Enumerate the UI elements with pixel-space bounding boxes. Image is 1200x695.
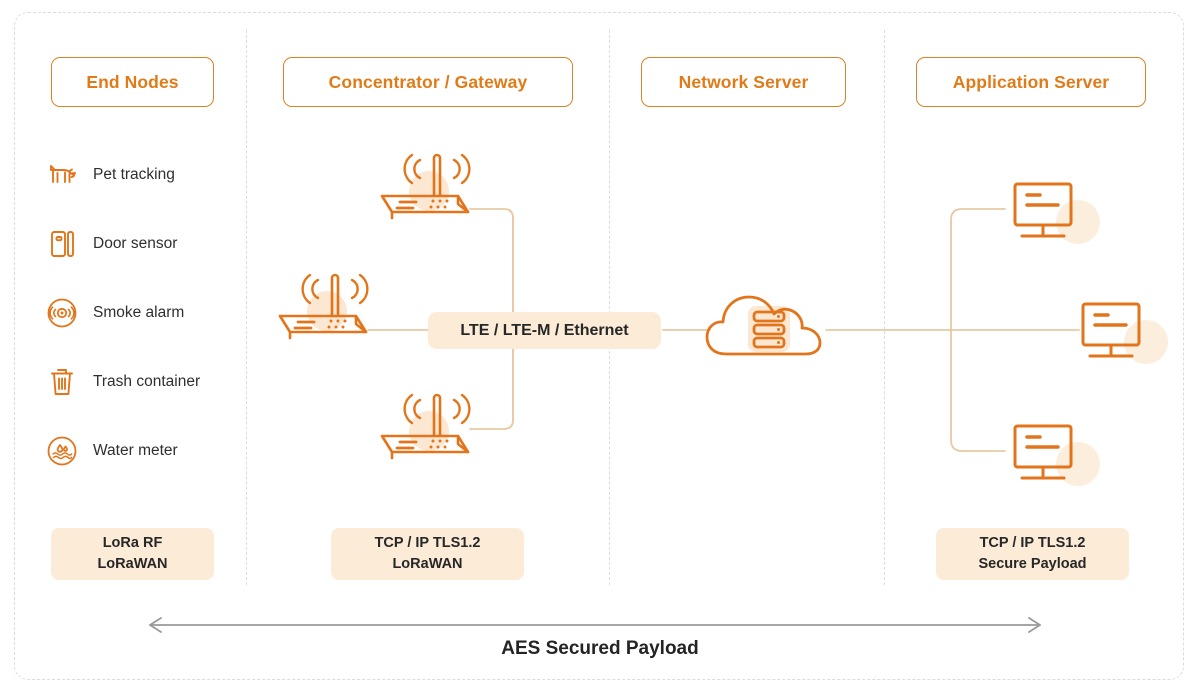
monitor-bottom <box>1013 424 1100 486</box>
diagram-canvas: End Nodes Concentrator / Gateway Network… <box>0 0 1200 695</box>
monitor-middle <box>1081 302 1168 364</box>
cloud-server-icon <box>705 295 822 356</box>
gateway-router-top <box>380 153 471 220</box>
link-label-lte: LTE / LTE-M / Ethernet <box>428 312 661 349</box>
link-label-text: LTE / LTE-M / Ethernet <box>460 321 629 339</box>
gateway-router-bottom <box>380 393 471 460</box>
gateway-router-middle <box>278 273 369 340</box>
monitor-top <box>1013 182 1100 244</box>
